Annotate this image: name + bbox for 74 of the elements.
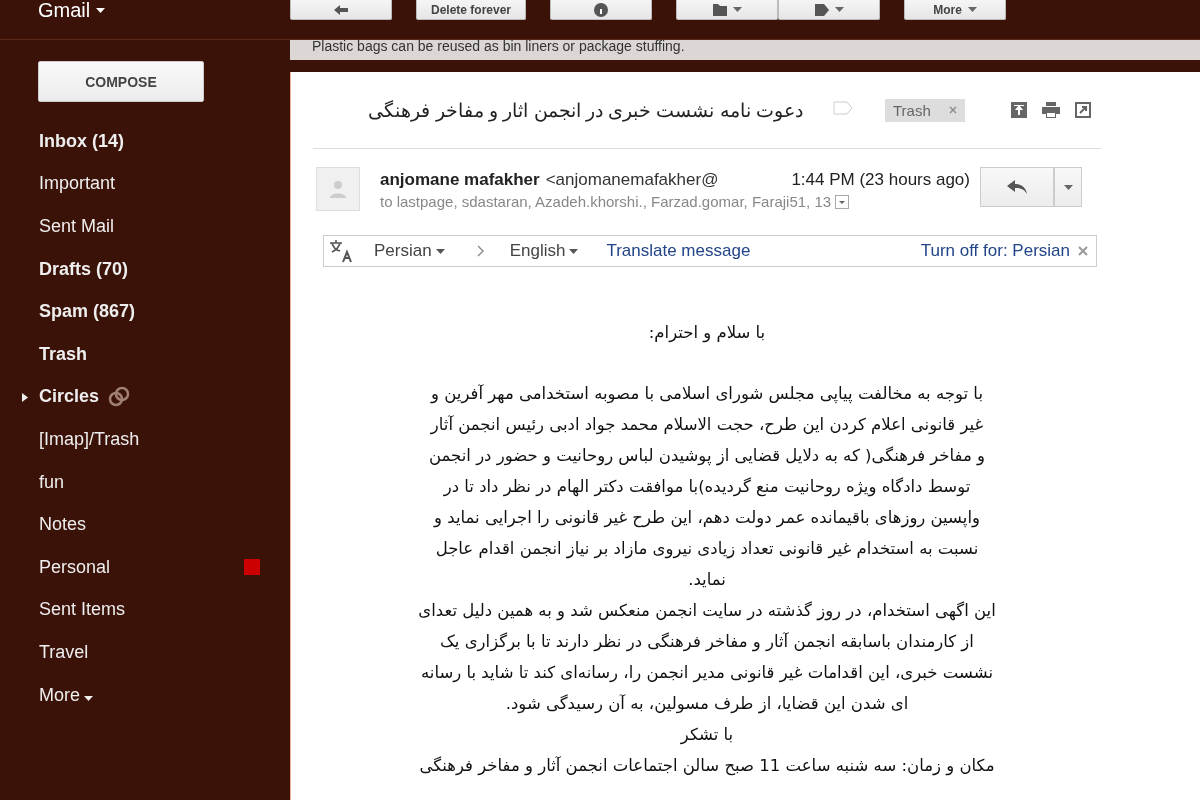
more-actions-button[interactable] bbox=[1054, 167, 1082, 207]
sidebar-item[interactable]: fun bbox=[39, 471, 65, 493]
body-text-line: مکان و زمان: سه شنبه ساعت 11 صبح سالن اجتماعات انجمن آثار و مفاخر فرهنگی bbox=[418, 755, 996, 778]
tag-icon bbox=[814, 3, 829, 16]
chevron-right-icon bbox=[476, 245, 484, 257]
info-icon bbox=[594, 2, 609, 17]
expand-arrow-icon[interactable] bbox=[22, 392, 28, 402]
body-text-line: غیر قانونی اعلام کردن این طرح، حجت الاسلام محمد جواد ادبی رئیس انجمن آثار bbox=[429, 414, 985, 437]
report-button[interactable] bbox=[550, 0, 653, 20]
sidebar-item[interactable]: Circles bbox=[39, 386, 100, 408]
body-text-line: ای شدن این قضایا، از طرف مسولین، به آن رسیدگی شود. bbox=[504, 693, 910, 716]
greeting-text: با سلام و احترام: bbox=[647, 322, 767, 345]
sidebar-item[interactable]: Personal bbox=[39, 556, 111, 578]
translate-message-link[interactable]: Translate message bbox=[606, 241, 751, 261]
body-text-line: این اگهی استخدام، در روز گذشته در سایت انجمن منعکس شد و به همین دلیل تعدای bbox=[417, 600, 997, 623]
label-tag: Trash bbox=[885, 98, 965, 122]
print-icon[interactable] bbox=[1042, 102, 1060, 118]
caret-icon bbox=[732, 7, 742, 12]
sidebar-item[interactable]: Inbox (14) bbox=[39, 130, 124, 152]
body-text-line: واپسین روزهای باقیمانده عمر دولت دهم، این طرح غیر قانونی را اجرایی نماید و bbox=[432, 507, 981, 530]
sidebar-item[interactable]: Drafts (70) bbox=[39, 258, 129, 280]
labels-button[interactable] bbox=[778, 0, 881, 20]
folder-icon bbox=[712, 3, 727, 16]
target-language-dropdown[interactable]: English bbox=[509, 241, 579, 261]
sidebar-item[interactable]: Travel bbox=[39, 641, 89, 663]
details-dropdown-icon[interactable] bbox=[835, 194, 850, 209]
source-language-dropdown[interactable]: Persian bbox=[374, 241, 445, 261]
translate-icon bbox=[328, 239, 354, 263]
caret-icon bbox=[569, 248, 579, 254]
new-window-icon[interactable] bbox=[1075, 102, 1091, 118]
email-subject: دعوت نامه نشست خبری در انجمن اثار و مفاخر فرهنگی bbox=[367, 98, 803, 122]
compose-button[interactable]: COMPOSE bbox=[38, 61, 204, 102]
close-icon[interactable] bbox=[1078, 246, 1088, 256]
caret-icon bbox=[1063, 184, 1073, 190]
move-to-button[interactable] bbox=[676, 0, 779, 20]
caret-icon bbox=[96, 7, 106, 13]
body-text-line: نشست خبری، این اقدامات غیر قانونی مدیر انجمن را، رسانه‌ای کند تا شاید با رسانه bbox=[420, 662, 994, 685]
sidebar-item[interactable]: Spam (867) bbox=[39, 301, 136, 323]
reply-arrow-icon bbox=[1007, 180, 1027, 194]
body-text-line: با توجه به مخالفت پیاپی مجلس شورای اسلامی با مصوبه استخدامی مهر آفرین و bbox=[429, 383, 984, 406]
sidebar-item[interactable]: Trash bbox=[39, 343, 88, 365]
caret-icon bbox=[435, 248, 445, 254]
importance-marker-icon[interactable] bbox=[833, 101, 853, 115]
person-silhouette-icon bbox=[329, 180, 347, 198]
back-arrow-icon bbox=[334, 4, 348, 15]
sidebar-item[interactable]: More bbox=[39, 684, 80, 706]
sidebar-item[interactable]: [Imap]/Trash bbox=[39, 428, 140, 450]
message-time: 1:44 PM (23 hours ago) bbox=[791, 170, 970, 190]
tip-text: Plastic bags can be reused as bin liners or package stuffing. bbox=[290, 40, 1200, 60]
caret-icon bbox=[84, 695, 93, 701]
sender-email: <anjomanemafakher@ bbox=[545, 170, 719, 190]
turn-off-translation-link[interactable]: Turn off for: Persian bbox=[920, 241, 1070, 261]
body-text-line: و مفاخر فرهنگی( که به دلایل قضایی از پوشیدن لباس روحانیت و حضور در انجمن bbox=[428, 445, 986, 468]
back-button[interactable] bbox=[290, 0, 392, 20]
sender-name: anjomane mafakher bbox=[380, 170, 540, 190]
reply-button[interactable] bbox=[980, 167, 1054, 207]
sidebar-item[interactable]: Notes bbox=[39, 514, 87, 536]
body-text-line: از کارمندان باسابقه انجمن آثار و مفاخر فرهنگی در نظر دارند تا با برگزاری یک bbox=[439, 631, 975, 654]
caret-icon bbox=[834, 7, 844, 12]
remove-label-icon[interactable] bbox=[948, 106, 957, 114]
body-text-line: توسط دادگاه ویژه روحانیت منع گردیده)با موافقت دکتر الهام در نظر داد تا در bbox=[442, 476, 972, 499]
caret-icon bbox=[967, 7, 977, 12]
sidebar-item[interactable]: Sent Items bbox=[39, 599, 126, 621]
recipients-text: to lastpage, sdastaran, Azadeh.khorshi., Farzad.gomar, Faraji51, 13 bbox=[380, 193, 832, 210]
sidebar-item[interactable]: Sent Mail bbox=[39, 216, 115, 237]
more-menu-button[interactable]: More bbox=[904, 0, 1007, 20]
body-text-line: نسبت به استخدام غیر قانونی تعداد زیادی نیروی مازاد بر نیاز انجمن اقدام عاجل bbox=[434, 538, 980, 561]
delete-forever-button[interactable]: Delete forever bbox=[416, 0, 527, 20]
body-text-line: نماید. bbox=[687, 569, 727, 591]
body-text-line: با تشکر bbox=[679, 724, 735, 747]
app-logo[interactable]: Gmail bbox=[38, 0, 91, 20]
linked-circles-icon bbox=[107, 385, 132, 408]
expand-all-icon[interactable] bbox=[1011, 102, 1027, 118]
sidebar-item[interactable]: Important bbox=[39, 173, 116, 195]
